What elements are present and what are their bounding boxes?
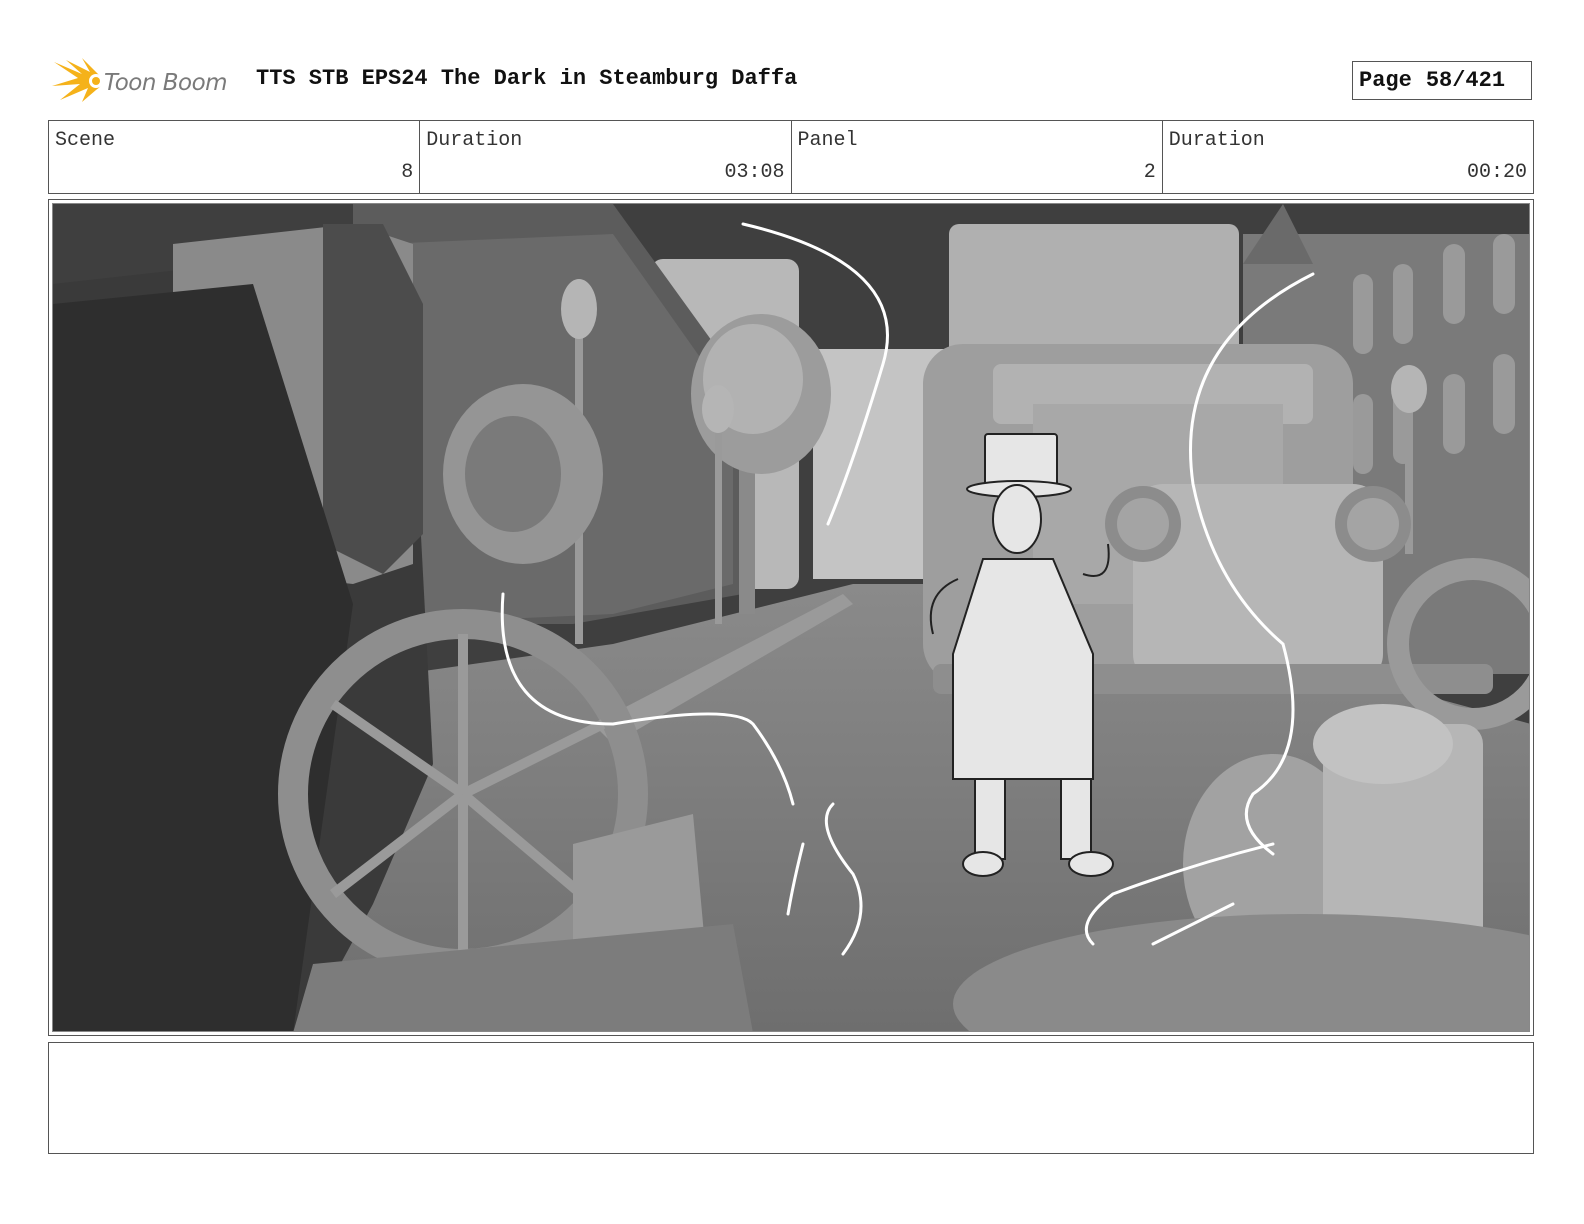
scene-duration-value: 03:08 <box>724 161 785 184</box>
scene-duration-label: Duration <box>426 129 523 152</box>
scene-duration-cell: Duration 03:08 <box>420 121 792 193</box>
toon-boom-logo: Toon Boom <box>52 56 240 106</box>
panel-label: Panel <box>797 129 858 152</box>
logo-text: Toon Boom <box>104 70 228 96</box>
scene-label: Scene <box>55 129 116 152</box>
steamburg-street-scene <box>53 204 1529 1031</box>
scene-cell: Scene 8 <box>49 121 421 193</box>
page-number: 58/421 <box>1425 68 1506 93</box>
panel-value: 2 <box>1143 161 1156 184</box>
toon-boom-flame-icon <box>52 58 103 102</box>
panel-notes-area <box>48 1042 1534 1154</box>
panel-info-table: Scene 8 Duration 03:08 Panel 2 Duration … <box>48 120 1534 194</box>
panel-duration-cell: Duration 00:20 <box>1163 121 1533 193</box>
panel-cell: Panel 2 <box>792 121 1163 193</box>
panel-duration-label: Duration <box>1168 129 1265 152</box>
panel-duration-value: 00:20 <box>1466 161 1527 184</box>
storyboard-panel-image <box>52 203 1530 1032</box>
scene-value: 8 <box>401 161 414 184</box>
page-indicator: Page 58/421 <box>1352 61 1532 100</box>
document-title: TTS STB EPS24 The Dark in Steamburg Daff… <box>256 66 798 91</box>
page-label: Page <box>1359 68 1412 93</box>
